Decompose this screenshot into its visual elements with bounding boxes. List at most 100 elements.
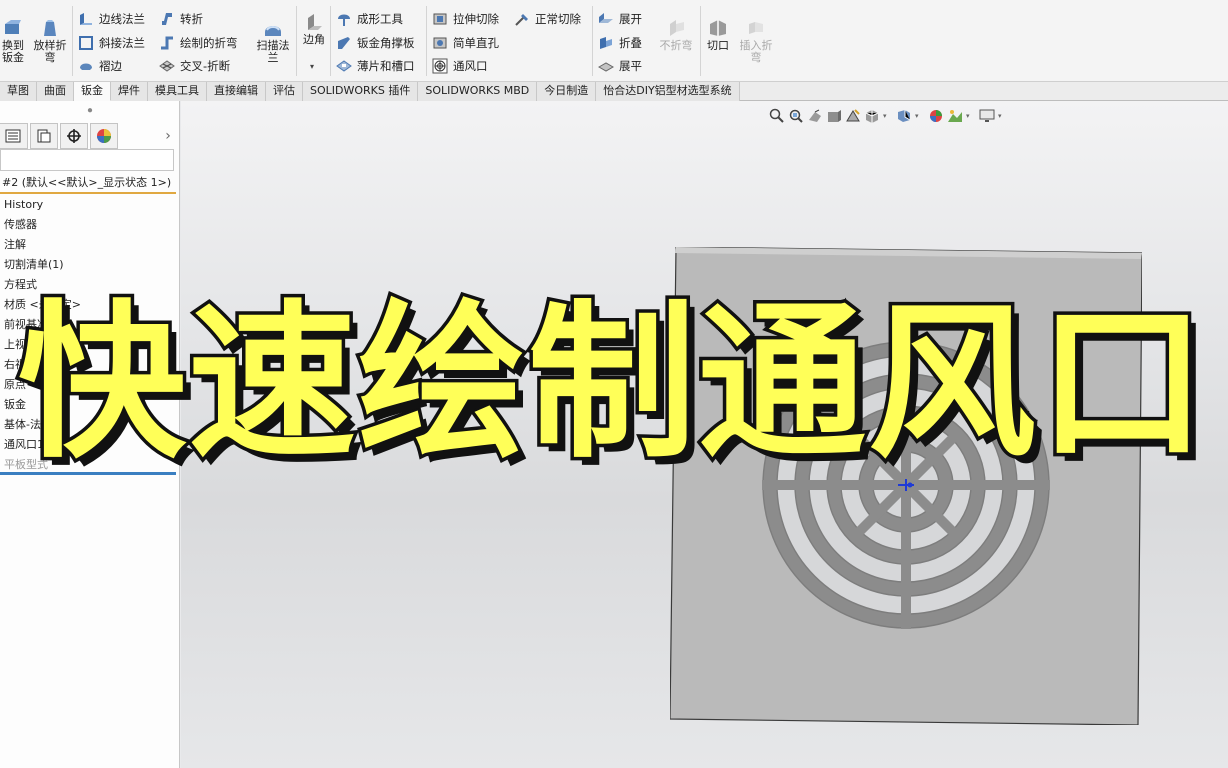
lofted-label: 放样折 弯 xyxy=(33,39,67,64)
convert-label: 换到 钣金 xyxy=(2,39,24,64)
display-style-button[interactable] xyxy=(896,108,912,124)
ribbon-separator xyxy=(700,6,701,76)
view-orientation-button[interactable] xyxy=(864,108,880,124)
hem-button[interactable]: 褶边 xyxy=(78,57,122,75)
tab-3[interactable]: 焊件 xyxy=(111,82,148,101)
unfold-icon xyxy=(599,13,613,23)
tree-item[interactable]: History xyxy=(0,195,180,215)
tree-item[interactable]: 传感器 xyxy=(0,215,180,235)
rip-button[interactable]: 切口 xyxy=(704,18,732,52)
zoom-area-icon xyxy=(789,109,803,123)
forming-tool-button[interactable]: 成形工具 xyxy=(336,10,403,28)
convert-to-sheetmetal-icon xyxy=(5,20,21,34)
display-style-dropdown[interactable]: ▾ xyxy=(915,112,921,120)
sheetmetal-gusset-icon xyxy=(338,37,350,49)
corner-button[interactable]: 边角 xyxy=(300,12,328,46)
heads-up-view-toolbar: ▾ ▾ ▾ ▾ xyxy=(769,106,1008,126)
forming-tool-label: 成形工具 xyxy=(357,12,403,26)
tree-item[interactable]: 注解 xyxy=(0,235,180,255)
view-settings-dropdown[interactable]: ▾ xyxy=(998,112,1004,120)
normal-cut-button[interactable]: 正常切除 xyxy=(514,10,581,28)
tree-item[interactable]: 切割清单(1) xyxy=(0,255,180,275)
vent-label: 通风口 xyxy=(453,59,488,73)
apply-scene-dropdown[interactable]: ▾ xyxy=(966,112,972,120)
hem-label: 褶边 xyxy=(99,59,122,73)
corner-dropdown-arrow[interactable]: ▾ xyxy=(310,62,314,71)
dynamic-annotation-button[interactable] xyxy=(845,108,861,124)
section-view-button[interactable] xyxy=(826,108,842,124)
panel-tabs: › xyxy=(0,123,180,149)
view-settings-button[interactable] xyxy=(979,108,995,124)
jog-icon xyxy=(162,13,172,25)
vent-button[interactable]: 通风口 xyxy=(432,57,488,75)
tab-0[interactable]: 草图 xyxy=(0,82,37,101)
scene-icon xyxy=(948,110,962,122)
unfold-button[interactable]: 展开 xyxy=(598,10,642,28)
flatten-label: 展平 xyxy=(619,59,642,73)
unfold-label: 展开 xyxy=(619,12,642,26)
zoom-fit-icon xyxy=(769,108,784,123)
previous-view-button[interactable] xyxy=(807,108,823,124)
tab-8[interactable]: SOLIDWORKS MBD xyxy=(418,82,538,101)
simple-hole-button[interactable]: 简单直孔 xyxy=(432,34,499,52)
no-bends-button[interactable]: 不折弯 xyxy=(656,18,696,52)
tab-2[interactable]: 钣金 xyxy=(74,82,111,101)
configuration-manager-tab[interactable] xyxy=(60,123,88,149)
edge-flange-label: 边线法兰 xyxy=(99,12,145,26)
no-bend-label: 不折弯 xyxy=(659,39,693,52)
cross-break-icon xyxy=(159,60,175,72)
miter-flange-button[interactable]: 斜接法兰 xyxy=(78,34,145,52)
tab-5[interactable]: 直接编辑 xyxy=(207,82,266,101)
edge-flange-button[interactable]: 边线法兰 xyxy=(78,10,145,28)
extruded-cut-label: 拉伸切除 xyxy=(453,12,499,26)
tab-6[interactable]: 评估 xyxy=(266,82,303,101)
sheetmetal-gusset-label: 钣金角撑板 xyxy=(357,36,415,50)
part-root-item[interactable]: #2 (默认<<默认>_显示状态 1>) xyxy=(0,174,180,192)
fold-label: 折叠 xyxy=(619,36,642,50)
jog-button[interactable]: 转折 xyxy=(159,10,203,28)
section-view-icon xyxy=(828,110,841,122)
cross-break-button[interactable]: 交叉-折断 xyxy=(159,57,230,75)
swept-flange-icon xyxy=(265,26,281,36)
display-manager-tab[interactable] xyxy=(90,123,118,149)
ribbon-separator xyxy=(592,6,593,76)
tab-9[interactable]: 今日制造 xyxy=(537,82,597,101)
normal-cut-label: 正常切除 xyxy=(535,12,581,26)
feature-manager-tab[interactable] xyxy=(0,123,28,149)
tab-1[interactable]: 曲面 xyxy=(37,82,74,101)
command-manager-tabs: 草图 曲面 钣金 焊件 模具工具 直接编辑 评估 SOLIDWORKS 插件 SOLIDWORK… xyxy=(0,82,1228,101)
flatten-icon xyxy=(598,62,614,72)
fold-button[interactable]: 折叠 xyxy=(598,34,642,52)
edit-appearance-button[interactable] xyxy=(928,108,944,124)
apply-scene-button[interactable] xyxy=(947,108,963,124)
tab-slot-button[interactable]: 薄片和槽口 xyxy=(336,57,415,75)
appearance-sphere-icon xyxy=(930,110,942,122)
tab-7[interactable]: SOLIDWORKS 插件 xyxy=(303,82,419,101)
tab-4[interactable]: 模具工具 xyxy=(148,82,207,101)
property-manager-tab[interactable] xyxy=(30,123,58,149)
feature-tree-icon xyxy=(5,129,21,143)
rip-label: 切口 xyxy=(707,39,729,52)
monitor-icon xyxy=(979,109,995,122)
appearance-icon xyxy=(97,129,111,143)
convert-to-sheetmetal-button[interactable]: 换到 钣金 xyxy=(0,18,26,64)
swept-flange-button[interactable]: 扫描法 兰 xyxy=(252,18,294,64)
flatten-button[interactable]: 展平 xyxy=(598,57,642,75)
view-orientation-dropdown[interactable]: ▾ xyxy=(883,112,889,120)
zoom-area-button[interactable] xyxy=(788,108,804,124)
previous-view-icon xyxy=(809,109,821,122)
zoom-to-fit-button[interactable] xyxy=(769,108,785,124)
extruded-cut-button[interactable]: 拉伸切除 xyxy=(432,10,499,28)
lofted-bend-button[interactable]: 放样折 弯 xyxy=(30,18,70,64)
insert-bends-button[interactable]: 插入折 弯 xyxy=(736,18,776,64)
panel-grip[interactable]: ⦁ xyxy=(0,101,180,121)
tree-filter-input[interactable] xyxy=(0,149,174,171)
sketched-bend-button[interactable]: 绘制的折弯 xyxy=(159,34,238,52)
sketched-bend-label: 绘制的折弯 xyxy=(180,36,238,50)
tab-10[interactable]: 怡合达DIY铝型材选型系统 xyxy=(596,82,740,101)
edge-flange-icon xyxy=(80,13,92,25)
view-orientation-icon xyxy=(865,110,879,123)
sheetmetal-gusset-button[interactable]: 钣金角撑板 xyxy=(336,34,415,52)
fold-icon xyxy=(600,37,612,49)
more-tabs-chevron-icon[interactable]: › xyxy=(156,123,180,149)
